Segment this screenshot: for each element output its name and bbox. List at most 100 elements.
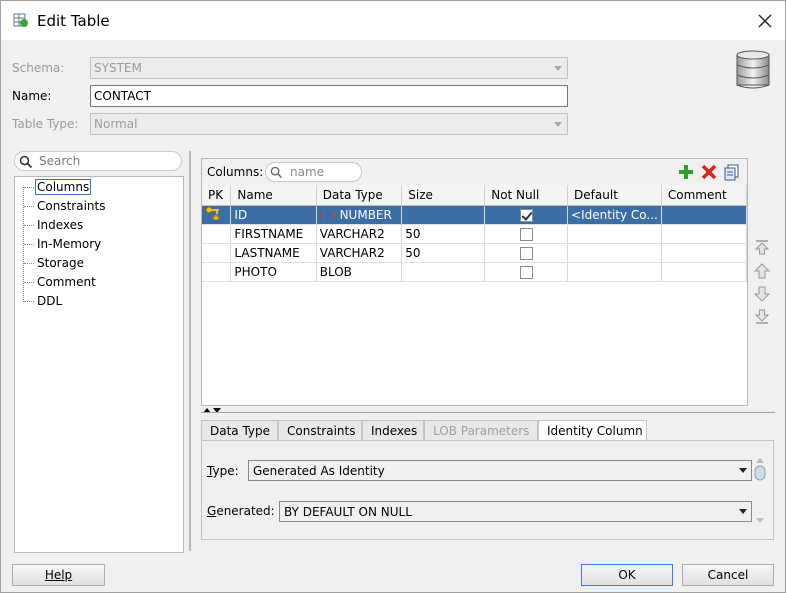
columns-toolbar: Columns: name bbox=[202, 159, 747, 185]
not-null-checkbox[interactable] bbox=[519, 227, 533, 241]
nav-tree: Columns Constraints Indexes In-Memory St… bbox=[14, 176, 184, 553]
move-down-icon[interactable] bbox=[753, 285, 771, 303]
identity-type-select[interactable]: Generated As Identity bbox=[248, 460, 752, 481]
default-cell[interactable] bbox=[567, 224, 662, 244]
nav-item-ddl[interactable]: DDL bbox=[37, 294, 62, 308]
default-cell[interactable]: <Identity Co... bbox=[567, 205, 662, 225]
title-bar: Edit Table bbox=[1, 1, 785, 40]
pk-cell[interactable] bbox=[202, 262, 232, 282]
close-icon[interactable] bbox=[753, 9, 777, 33]
name-cell[interactable]: FIRSTNAME bbox=[230, 224, 317, 244]
pk-cell[interactable] bbox=[202, 224, 232, 244]
name-label: Name: bbox=[12, 89, 52, 103]
table-row[interactable]: ID 1 2 3 NUMBER <Identity Co... bbox=[202, 205, 748, 225]
delete-column-icon[interactable] bbox=[700, 163, 718, 181]
table-edit-icon bbox=[13, 13, 28, 27]
nav-search-input[interactable]: Search bbox=[14, 151, 182, 171]
header-comment[interactable]: Comment bbox=[661, 185, 748, 206]
move-to-top-icon[interactable] bbox=[753, 238, 771, 256]
header-not-null[interactable]: Not Null bbox=[484, 185, 569, 206]
not-null-cell[interactable] bbox=[484, 262, 569, 282]
cancel-button[interactable]: Cancel bbox=[682, 564, 774, 586]
table-type-value: Normal bbox=[94, 117, 138, 131]
size-cell[interactable] bbox=[401, 205, 486, 225]
nav-item-in-memory[interactable]: In-Memory bbox=[37, 237, 101, 251]
not-null-checkbox[interactable] bbox=[519, 265, 533, 279]
type-label: Type: bbox=[207, 464, 239, 478]
size-cell[interactable]: 50 bbox=[401, 224, 486, 244]
copy-column-icon[interactable] bbox=[723, 163, 741, 181]
tab-lob-parameters: LOB Parameters bbox=[424, 420, 538, 441]
not-null-checkbox[interactable] bbox=[519, 208, 533, 222]
ok-button[interactable]: OK bbox=[581, 564, 673, 586]
pk-cell[interactable] bbox=[202, 243, 232, 263]
generated-value: BY DEFAULT ON NULL bbox=[284, 505, 412, 519]
search-placeholder: Search bbox=[39, 154, 81, 168]
comment-cell[interactable] bbox=[661, 224, 748, 244]
table-row[interactable]: LASTNAME VARCHAR2 50 bbox=[202, 243, 748, 263]
not-null-cell[interactable] bbox=[484, 224, 569, 244]
type-cell[interactable]: VARCHAR2 bbox=[316, 243, 403, 263]
columns-table: PK Name Data Type Size Not Null Default … bbox=[202, 185, 748, 282]
dialog-title: Edit Table bbox=[37, 12, 110, 30]
svg-text:3: 3 bbox=[330, 211, 336, 221]
comment-cell[interactable] bbox=[661, 262, 748, 282]
type-cell[interactable]: 1 2 3 NUMBER bbox=[316, 205, 403, 225]
splitter[interactable] bbox=[189, 151, 191, 551]
header-default[interactable]: Default bbox=[567, 185, 662, 206]
generated-select[interactable]: BY DEFAULT ON NULL bbox=[279, 501, 752, 522]
move-to-bottom-icon[interactable] bbox=[753, 308, 771, 326]
tab-constraints[interactable]: Constraints bbox=[278, 420, 362, 441]
tab-data-type[interactable]: Data Type bbox=[201, 420, 278, 441]
not-null-checkbox[interactable] bbox=[519, 246, 533, 260]
default-cell[interactable] bbox=[567, 243, 662, 263]
header-data-type[interactable]: Data Type bbox=[316, 185, 403, 206]
table-row[interactable]: PHOTO BLOB bbox=[202, 262, 748, 282]
size-cell[interactable]: 50 bbox=[401, 243, 486, 263]
chevron-down-icon bbox=[554, 66, 562, 71]
name-cell[interactable]: PHOTO bbox=[230, 262, 317, 282]
table-type-label: Table Type: bbox=[12, 117, 79, 131]
nav-item-indexes[interactable]: Indexes bbox=[37, 218, 83, 232]
generated-label: Generated: bbox=[207, 504, 275, 518]
number-type-icon: 1 2 3 bbox=[320, 211, 336, 222]
tab-identity-column[interactable]: Identity Column bbox=[538, 420, 647, 441]
header-pk[interactable]: PK bbox=[202, 185, 232, 206]
move-up-icon[interactable] bbox=[753, 262, 771, 280]
columns-panel: Columns: name PK Name Data Type Size Not… bbox=[201, 158, 748, 406]
size-cell[interactable] bbox=[401, 262, 486, 282]
comment-cell[interactable] bbox=[661, 205, 748, 225]
comment-cell[interactable] bbox=[661, 243, 748, 263]
header-size[interactable]: Size bbox=[401, 185, 486, 206]
add-column-icon[interactable] bbox=[677, 163, 695, 181]
chevron-down-icon bbox=[739, 509, 747, 514]
filter-placeholder: name bbox=[290, 165, 325, 179]
nav-item-storage[interactable]: Storage bbox=[37, 256, 84, 270]
panel-scrollbar[interactable] bbox=[753, 456, 767, 526]
table-row[interactable]: FIRSTNAME VARCHAR2 50 bbox=[202, 224, 748, 244]
search-icon bbox=[19, 155, 33, 169]
nav-item-columns[interactable]: Columns bbox=[35, 179, 92, 195]
schema-value: SYSTEM bbox=[94, 61, 142, 75]
nav-item-comment[interactable]: Comment bbox=[37, 275, 96, 289]
schema-label: Schema: bbox=[12, 61, 65, 75]
name-cell[interactable]: LASTNAME bbox=[230, 243, 317, 263]
splitter-arrows-icon[interactable] bbox=[202, 407, 224, 415]
name-cell[interactable]: ID bbox=[230, 205, 317, 225]
type-cell[interactable]: BLOB bbox=[316, 262, 403, 282]
type-cell[interactable]: VARCHAR2 bbox=[316, 224, 403, 244]
search-icon bbox=[270, 166, 283, 179]
nav-item-constraints[interactable]: Constraints bbox=[37, 199, 105, 213]
schema-combo: SYSTEM bbox=[90, 57, 568, 79]
header-name[interactable]: Name bbox=[230, 185, 317, 206]
default-cell[interactable] bbox=[567, 262, 662, 282]
column-filter-input[interactable]: name bbox=[265, 162, 362, 182]
split-divider bbox=[201, 412, 775, 413]
tab-indexes[interactable]: Indexes bbox=[362, 420, 424, 441]
table-name-input[interactable]: CONTACT bbox=[90, 85, 568, 107]
pk-cell[interactable] bbox=[202, 205, 232, 225]
help-button[interactable]: Help bbox=[12, 564, 105, 586]
chevron-down-icon bbox=[554, 122, 562, 127]
not-null-cell[interactable] bbox=[484, 205, 569, 225]
not-null-cell[interactable] bbox=[484, 243, 569, 263]
